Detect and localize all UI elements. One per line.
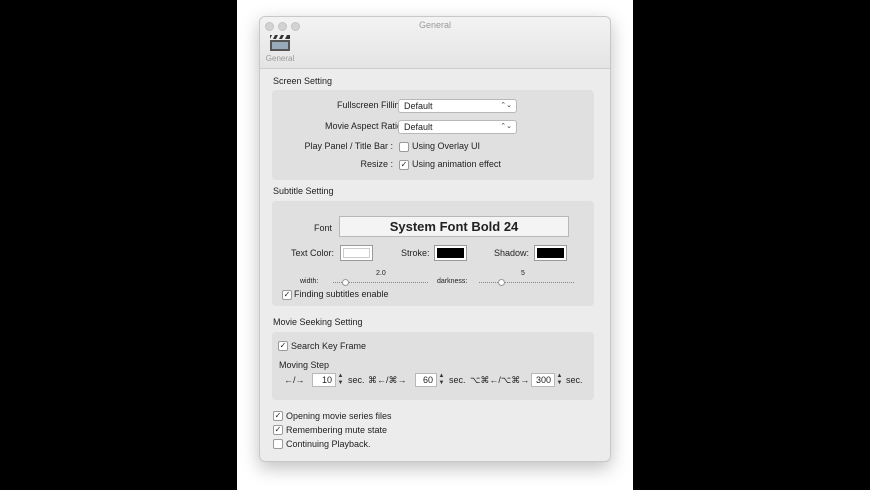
finding-subtitles-checkbox[interactable]: ✓ xyxy=(282,290,292,300)
step3-sec: sec. xyxy=(566,375,583,385)
step1-sec: sec. xyxy=(348,375,365,385)
screen-setting-group: Fullscreen Filling: Default ⌃⌄ Movie Asp… xyxy=(272,90,594,180)
width-slider-knob[interactable] xyxy=(342,279,349,286)
step2-keys: ⌘←/⌘→ xyxy=(368,375,407,385)
shadow-color-swatch xyxy=(537,248,564,258)
search-keyframe-checkbox[interactable]: ✓ xyxy=(278,341,288,351)
step1-field[interactable]: 10 xyxy=(312,373,336,387)
seeking-setting-group: ✓ Search Key Frame Moving Step ←/→ 10 ▲ ▼… xyxy=(272,332,594,400)
chevron-down-icon[interactable]: ▼ xyxy=(439,380,445,386)
clapperboard-icon xyxy=(269,34,291,52)
darkness-slider[interactable] xyxy=(479,282,574,283)
step3-stepper[interactable]: ▲ ▼ xyxy=(556,373,563,387)
series-files-label: Opening movie series files xyxy=(286,411,392,421)
updown-chevron-icon: ⌃⌄ xyxy=(500,123,512,130)
series-files-checkbox[interactable]: ✓ xyxy=(273,411,283,421)
animation-checkbox[interactable]: ✓ xyxy=(399,160,409,170)
chevron-up-icon[interactable]: ▲ xyxy=(338,373,344,379)
chevron-up-icon[interactable]: ▲ xyxy=(439,373,445,379)
stroke-color-swatch xyxy=(437,248,464,258)
text-color-well[interactable] xyxy=(340,245,373,261)
aspect-ratio-value: Default xyxy=(404,122,433,132)
mute-state-label: Remembering mute state xyxy=(286,425,388,435)
text-color-swatch xyxy=(343,248,370,258)
step1-stepper[interactable]: ▲ ▼ xyxy=(337,373,344,387)
darkness-value: 5 xyxy=(521,270,525,277)
continue-playback-checkbox[interactable] xyxy=(273,439,283,449)
search-keyframe-label: Search Key Frame xyxy=(291,341,367,351)
font-label: Font xyxy=(314,223,333,233)
fullscreen-value: Default xyxy=(404,101,433,111)
title-bar: General General xyxy=(260,17,610,69)
chevron-down-icon[interactable]: ▼ xyxy=(557,380,563,386)
chevron-down-icon[interactable]: ▼ xyxy=(338,380,344,386)
step2-sec: sec. xyxy=(449,375,466,385)
stroke-label: Stroke: xyxy=(401,248,430,258)
toolbar-item-general[interactable]: General xyxy=(264,32,296,68)
screen-setting-heading: Screen Setting xyxy=(273,76,333,86)
finding-subtitles-label: Finding subtitles enable xyxy=(294,289,389,299)
aspect-ratio-popup[interactable]: Default ⌃⌄ xyxy=(398,120,517,134)
play-panel-label: Play Panel / Title Bar : xyxy=(304,141,393,151)
moving-step-label: Moving Step xyxy=(279,360,330,370)
darkness-slider-knob[interactable] xyxy=(498,279,505,286)
fullscreen-popup[interactable]: Default ⌃⌄ xyxy=(398,99,517,113)
text-color-label: Text Color: xyxy=(291,248,335,258)
step3-keys: ⌥⌘←/⌥⌘→ xyxy=(470,375,530,385)
width-value: 2.0 xyxy=(376,270,386,277)
toolbar-item-label: General xyxy=(265,54,295,63)
shadow-label: Shadow: xyxy=(494,248,530,258)
chevron-up-icon[interactable]: ▲ xyxy=(557,373,563,379)
stroke-color-well[interactable] xyxy=(434,245,467,261)
darkness-label: darkness: xyxy=(437,278,468,285)
subtitle-setting-heading: Subtitle Setting xyxy=(273,186,334,196)
mute-state-checkbox[interactable]: ✓ xyxy=(273,425,283,435)
step2-field[interactable]: 60 xyxy=(415,373,437,387)
updown-chevron-icon: ⌃⌄ xyxy=(500,102,512,109)
width-label: width: xyxy=(300,278,319,285)
step1-keys: ←/→ xyxy=(284,375,305,385)
step3-field[interactable]: 300 xyxy=(531,373,555,387)
fullscreen-label: Fullscreen Filling: xyxy=(336,100,407,110)
step2-stepper[interactable]: ▲ ▼ xyxy=(438,373,445,387)
animation-label: Using animation effect xyxy=(412,159,501,169)
window-title: General xyxy=(418,20,452,30)
continue-playback-label: Continuing Playback. xyxy=(286,439,371,449)
preferences-window: General General Screen Setting Fullscree… xyxy=(259,16,611,462)
subtitle-setting-group: Font System Font Bold 24 Text Color: Str… xyxy=(272,201,594,306)
seeking-setting-heading: Movie Seeking Setting xyxy=(273,317,363,327)
resize-label: Resize : xyxy=(360,159,393,169)
aspect-ratio-label: Movie Aspect Ratio : xyxy=(324,121,407,131)
font-field[interactable]: System Font Bold 24 xyxy=(339,216,569,237)
shadow-color-well[interactable] xyxy=(534,245,567,261)
overlay-ui-label: Using Overlay UI xyxy=(412,141,481,151)
overlay-ui-checkbox[interactable] xyxy=(399,142,409,152)
